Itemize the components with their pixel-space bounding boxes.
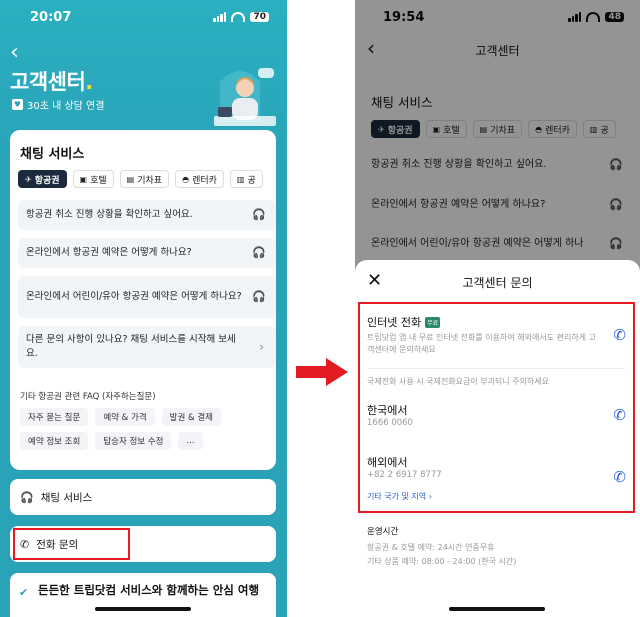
train-icon: ▤ — [126, 174, 135, 184]
faq-tag[interactable]: 예약 정보 조회 — [20, 432, 89, 450]
tab-bus[interactable]: ▥ 공 — [229, 170, 263, 188]
highlight-box — [13, 528, 130, 560]
screenshot-comparison: 20:07 70 ‹ 고객센터. ♥ 30초 내 상담 연결 채팅 서비스 ✈ — [0, 0, 640, 617]
category-tabs: ✈ 항공권 ▣ 호텔 ▤ 기차표 ◓ 렌터카 ▥ 공 — [18, 170, 263, 188]
faq-more[interactable]: ... — [178, 432, 203, 450]
call-korea-button[interactable]: ✆ — [613, 406, 626, 424]
abroad-label: 해외에서 — [367, 456, 408, 469]
chat-card-title: 채팅 서비스 — [20, 147, 85, 162]
faq-tag[interactable]: 발권 & 결제 — [161, 408, 221, 426]
headset-icon: 🎧 — [252, 246, 266, 259]
other-countries-link[interactable]: 기타 국가 및 지역 › — [367, 491, 432, 502]
question-item[interactable]: 온라인에서 어린이/유아 항공권 예약은 어떻게 하나요? 🎧 — [18, 276, 276, 318]
faq-tag[interactable]: 예약 & 가격 — [95, 408, 155, 426]
headset-icon: 🎧 — [252, 208, 266, 221]
faq-title: 기타 항공권 관련 FAQ (자주하는질문) — [20, 392, 156, 402]
faq-tags: 자주 묻는 질문 예약 & 가격 발권 & 결제 예약 정보 조회 탑승자 정보… — [20, 408, 270, 450]
free-badge: 무료 — [425, 316, 441, 328]
korea-number: 1666 0060 — [367, 418, 413, 428]
check-heart-icon: ✔ — [19, 586, 29, 599]
divider — [367, 368, 625, 369]
faq-tag[interactable]: 자주 묻는 질문 — [20, 408, 89, 426]
bus-icon: ▥ — [236, 174, 245, 184]
faq-tag[interactable]: 탑승자 정보 수정 — [95, 432, 172, 450]
tab-car[interactable]: ◓ 렌터카 — [175, 170, 224, 188]
heart-icon: ♥ — [12, 99, 23, 110]
phone-icon: ✆ — [613, 406, 626, 424]
phone-icon: ✆ — [613, 468, 626, 486]
home-indicator — [95, 607, 191, 611]
contact-bottom-sheet: ✕ 고객센터 문의 인터넷 전화 무료 트립닷컴 앱 내 무료 인터넷 전화를 … — [355, 260, 640, 617]
chevron-right-icon: › — [259, 340, 264, 354]
arrow-right-icon — [296, 358, 348, 386]
hours-line: 기타 상품 예약: 08:00 - 24:00 (한국 시간) — [367, 557, 517, 566]
question-item[interactable]: 항공권 취소 진행 상황을 확인하고 싶어요. 🎧 — [18, 200, 276, 230]
hours-title: 운영시간 — [367, 527, 399, 537]
sheet-title: 고객센터 문의 — [462, 276, 533, 290]
abroad-number: +82 2 6917 8777 — [367, 470, 442, 480]
page-title: 고객센터. — [10, 70, 93, 94]
start-chat-item[interactable]: 다른 문의 사항이 있나요? 채팅 서비스를 시작해 보세요. › — [18, 326, 276, 368]
left-phone-screen: 20:07 70 ‹ 고객센터. ♥ 30초 내 상담 연결 채팅 서비스 ✈ — [0, 0, 287, 617]
status-bar: 20:07 70 — [0, 0, 287, 34]
home-indicator — [449, 607, 545, 611]
call-abroad-button[interactable]: ✆ — [613, 468, 626, 486]
chat-service-option[interactable]: 🎧 채팅 서비스 — [10, 479, 276, 515]
hours-line: 항공권 & 호텔 예약: 24시간 연중무휴 — [367, 543, 495, 552]
voip-phone-icon: ✆ — [613, 326, 626, 344]
chat-service-card: 채팅 서비스 ✈ 항공권 ▣ 호텔 ▤ 기차표 ◓ 렌터카 ▥ 공 항공권 취소 진행 상… — [10, 130, 276, 470]
intl-fee-note: 국제전화 사용 시 국제전화요금이 부과되니 주의하세요 — [367, 377, 549, 386]
car-icon: ◓ — [182, 174, 190, 184]
back-button[interactable]: ‹ — [10, 40, 19, 65]
battery-icon: 70 — [250, 12, 269, 22]
internet-call-button[interactable]: ✆ — [613, 326, 626, 344]
signal-icon — [213, 12, 227, 22]
plane-icon: ✈ — [25, 174, 32, 184]
right-phone-screen: 19:54 48 ‹ 고객센터 채팅 서비스 ✈ 항공권 ▣ 호텔 ▤ 기차표 ◓ 렌터… — [355, 0, 640, 617]
hotel-icon: ▣ — [79, 174, 88, 184]
connect-subtitle: ♥ 30초 내 상담 연결 — [12, 99, 105, 112]
agent-illustration — [214, 68, 276, 126]
question-item[interactable]: 온라인에서 항공권 예약은 어떻게 하나요? 🎧 — [18, 238, 276, 268]
tab-flight[interactable]: ✈ 항공권 — [18, 170, 67, 188]
headset-icon: 🎧 — [20, 490, 34, 504]
tab-hotel[interactable]: ▣ 호텔 — [72, 170, 114, 188]
wifi-icon — [231, 12, 246, 22]
internet-call-desc: 트립닷컴 앱 내 무료 인터넷 전화를 이용하여 해외에서도 편리하게 고객센터… — [367, 333, 596, 354]
headset-icon: 🎧 — [252, 290, 266, 303]
tab-train[interactable]: ▤ 기차표 — [119, 170, 170, 188]
internet-call-label: 인터넷 전화 무료 — [367, 316, 441, 329]
status-time: 20:07 — [30, 9, 72, 25]
korea-label: 한국에서 — [367, 404, 408, 417]
